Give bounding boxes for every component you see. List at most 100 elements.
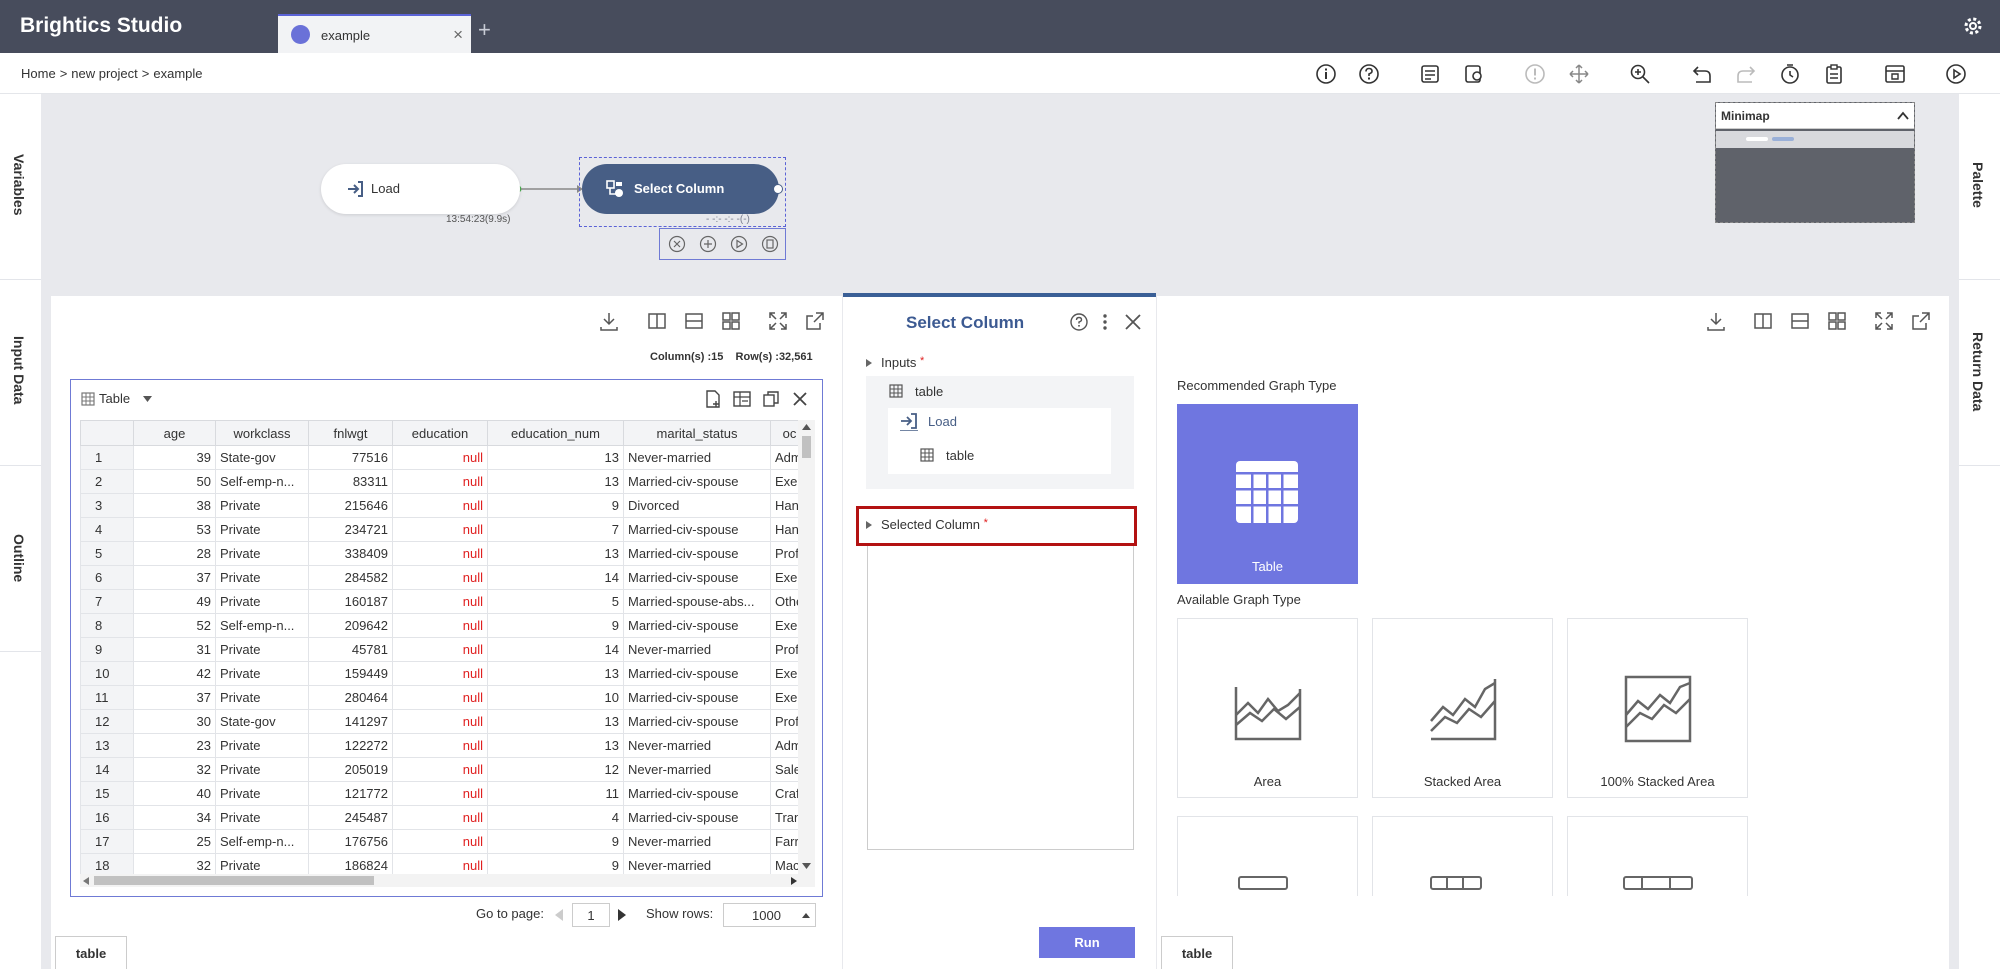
table-row[interactable]: 10 42 Private 159449 null 13 Married-civ-spous… (80, 661, 809, 686)
checklist-icon[interactable] (1418, 62, 1442, 86)
column-header[interactable]: marital_status (623, 420, 771, 446)
bottom-tab-table[interactable]: table (55, 936, 127, 969)
grid-layout-icon[interactable] (1826, 310, 1848, 332)
scroll-thumb[interactable] (802, 436, 811, 458)
column-header[interactable]: age (133, 420, 216, 446)
scroll-down-icon[interactable] (802, 863, 811, 869)
rail-input-data[interactable]: Input Data (0, 280, 41, 466)
undo-icon[interactable] (1690, 62, 1714, 86)
history-icon[interactable] (1778, 62, 1802, 86)
split-vertical-icon[interactable] (646, 310, 668, 332)
rail-return-data[interactable]: Return Data (1959, 280, 2000, 466)
popout-icon[interactable] (804, 310, 826, 332)
minimap-viewport[interactable] (1716, 131, 1914, 148)
table-row[interactable]: 17 25 Self-emp-n... 176756 null 9 Never-marrie… (80, 829, 809, 854)
show-rows-select[interactable]: 1000 (723, 903, 816, 927)
tab-example[interactable]: example × (278, 14, 471, 53)
column-header[interactable]: education_num (487, 420, 624, 446)
chevron-down-icon[interactable] (143, 396, 152, 402)
run-node-icon[interactable] (730, 235, 748, 253)
table-view-title[interactable]: Table (99, 391, 130, 406)
clipboard-icon[interactable] (1822, 62, 1846, 86)
popout-icon[interactable] (1910, 310, 1932, 332)
chevron-up-icon[interactable] (1897, 111, 1909, 121)
selected-column-list[interactable] (867, 546, 1134, 850)
table-settings-icon[interactable] (732, 389, 752, 409)
report-search-icon[interactable] (1462, 62, 1486, 86)
table-row[interactable]: 14 32 Private 205019 null 12 Never-married Sale (80, 757, 809, 782)
table-row[interactable]: 12 30 State-gov 141297 null 13 Married-civ-spo… (80, 709, 809, 734)
column-header[interactable]: education (392, 420, 488, 446)
table-row[interactable]: 3 38 Private 215646 null 9 Divorced Han (80, 493, 809, 518)
node-select-column[interactable]: Select Column (582, 164, 783, 214)
table-row[interactable]: 5 28 Private 338409 null 13 Married-civ-spouse… (80, 541, 809, 566)
table-row[interactable]: 1 39 State-gov 77516 null 13 Never-married Adm (80, 445, 809, 470)
table-row[interactable]: 4 53 Private 234721 null 7 Married-civ-spouse H… (80, 517, 809, 542)
rail-outline[interactable]: Outline (0, 466, 41, 652)
caret-right-icon[interactable] (866, 359, 872, 367)
graph-type-bar[interactable] (1177, 816, 1358, 896)
add-tab-button[interactable]: + (478, 19, 491, 41)
scroll-right-icon[interactable] (791, 877, 797, 885)
split-vertical-icon[interactable] (1752, 310, 1774, 332)
table-row[interactable]: 13 23 Private 122272 null 13 Never-married Adm (80, 733, 809, 758)
table-row[interactable]: 16 34 Private 245487 null 4 Married-civ-spouse… (80, 805, 809, 830)
graph-type-area[interactable]: Area (1177, 618, 1358, 798)
scroll-up-icon[interactable] (802, 424, 811, 430)
graph-type-stacked-area[interactable]: Stacked Area (1372, 618, 1553, 798)
zoom-icon[interactable] (1628, 62, 1652, 86)
next-page-icon[interactable] (618, 909, 626, 921)
delete-node-icon[interactable] (668, 235, 686, 253)
page-number-input[interactable]: 1 (572, 903, 610, 927)
scroll-left-icon[interactable] (83, 877, 89, 885)
close-tab-button[interactable]: × (453, 25, 463, 45)
rail-palette[interactable]: Palette (1959, 94, 2000, 280)
help-icon[interactable] (1069, 312, 1089, 332)
breadcrumb-model[interactable]: example (153, 66, 202, 81)
table-row[interactable]: 11 37 Private 280464 null 10 Married-civ-spous… (80, 685, 809, 710)
grid-layout-icon[interactable] (720, 310, 742, 332)
info-icon[interactable] (1314, 62, 1338, 86)
disconnect-icon[interactable] (699, 235, 717, 253)
bottom-tab-table[interactable]: table (1161, 936, 1233, 969)
table-row[interactable]: 9 31 Private 45781 null 14 Never-married Prof (80, 637, 809, 662)
column-header[interactable]: fnlwgt (308, 420, 393, 446)
gear-icon[interactable] (1962, 15, 1984, 37)
run-all-icon[interactable] (1944, 62, 1968, 86)
table-row[interactable]: 6 37 Private 284582 null 14 Married-civ-spouse… (80, 565, 809, 590)
minimap[interactable]: Minimap (1715, 102, 1915, 223)
selected-column-header[interactable]: Selected Column * (856, 506, 1137, 546)
close-icon[interactable] (790, 389, 810, 409)
more-options-icon[interactable] (1101, 312, 1109, 332)
run-button[interactable]: Run (1039, 927, 1135, 958)
rail-variables[interactable]: Variables (0, 94, 41, 280)
graph-type-100-stacked-area[interactable]: 100% Stacked Area (1567, 618, 1748, 798)
table-row[interactable]: 2 50 Self-emp-n... 83311 null 13 Married-civ-s… (80, 469, 809, 494)
move-icon[interactable] (1567, 62, 1591, 86)
table-row[interactable]: 8 52 Self-emp-n... 209642 null 9 Married-civ-s… (80, 613, 809, 638)
split-horizontal-icon[interactable] (683, 310, 705, 332)
horizontal-scrollbar[interactable] (80, 874, 815, 887)
download-icon[interactable] (598, 310, 620, 332)
memo-icon[interactable] (761, 235, 779, 253)
graph-type-stacked-bar[interactable] (1372, 816, 1553, 896)
layout-icon[interactable] (1883, 62, 1907, 86)
copy-icon[interactable] (761, 389, 781, 409)
graph-type-table[interactable]: Table (1177, 404, 1358, 584)
breadcrumb-home[interactable]: Home (21, 66, 56, 81)
download-icon[interactable] (1705, 310, 1727, 332)
expand-icon[interactable] (767, 310, 789, 332)
node-load[interactable]: Load (321, 164, 520, 214)
graph-type-100-stacked-bar[interactable] (1567, 816, 1748, 896)
split-horizontal-icon[interactable] (1789, 310, 1811, 332)
vertical-scrollbar[interactable] (798, 420, 815, 874)
add-file-icon[interactable] (703, 389, 723, 409)
inputs-label[interactable]: Inputs * (881, 355, 924, 370)
expand-icon[interactable] (1873, 310, 1895, 332)
column-header[interactable] (80, 420, 134, 446)
output-port[interactable] (773, 184, 783, 194)
table-row[interactable]: 7 49 Private 160187 null 5 Married-spouse-abs.… (80, 589, 809, 614)
table-row[interactable]: 15 40 Private 121772 null 11 Married-civ-spous… (80, 781, 809, 806)
source-node-name[interactable]: Load (928, 414, 957, 429)
column-header[interactable]: workclass (215, 420, 309, 446)
